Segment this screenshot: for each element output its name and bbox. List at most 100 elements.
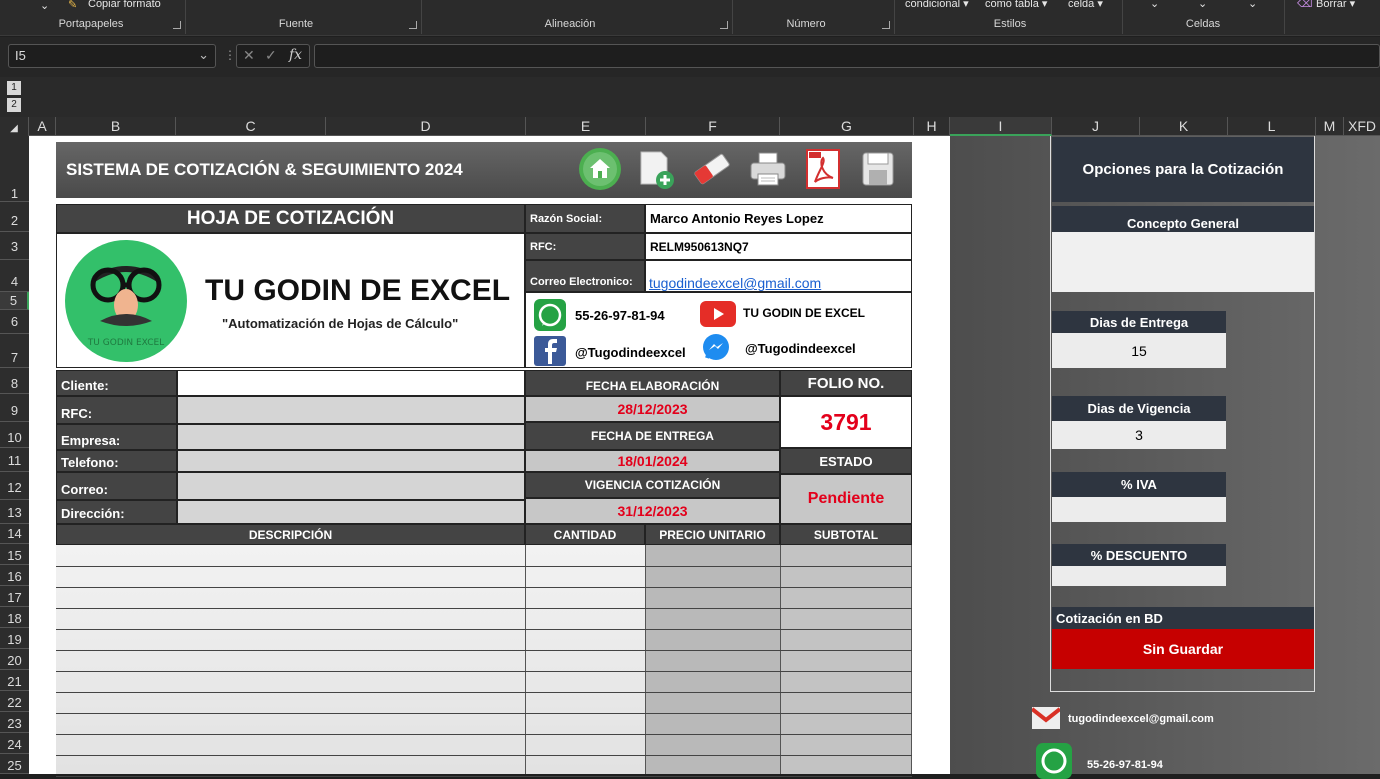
col-header-e[interactable]: E [526,117,646,136]
chevron-down-icon[interactable]: ⌄ [1150,0,1159,10]
row-header[interactable]: 8 [0,368,29,394]
telefono-input[interactable] [177,450,525,472]
row-header[interactable]: 4 [0,260,29,292]
row-header[interactable]: 11 [0,448,29,472]
cliente-input[interactable] [177,370,525,396]
concepto-input[interactable] [1052,232,1314,292]
col-header-g[interactable]: G [780,117,914,136]
row-header[interactable]: 18 [0,607,29,628]
col-header-j[interactable]: J [1052,117,1140,136]
direccion-input[interactable] [177,500,525,524]
empresa-input[interactable] [177,424,525,450]
name-box[interactable]: I5 ⌄ [8,44,216,68]
cancel-icon[interactable]: ✕ [243,47,255,64]
telefono-label: Telefono: [56,450,177,472]
row-header[interactable]: 9 [0,394,29,422]
chevron-down-icon[interactable]: ⌄ [1198,0,1207,10]
row-header[interactable]: 7 [0,334,29,368]
row-header[interactable]: 3 [0,232,29,260]
col-header-f[interactable]: F [646,117,780,136]
format-as-table-button[interactable]: como tabla ▾ [985,0,1047,10]
launcher-icon[interactable] [720,21,728,29]
dias-vigencia-input[interactable]: 3 [1052,421,1226,449]
iva-label: % IVA [1052,472,1226,497]
row-header[interactable]: 1 [0,136,29,202]
col-header-xfd[interactable]: XFD [1344,117,1380,136]
fecha-entrega-value[interactable]: 18/01/2024 [525,450,780,472]
row-header[interactable]: 16 [0,565,29,586]
copy-format-button[interactable]: Copiar formato [88,0,161,10]
row-header[interactable]: 19 [0,628,29,649]
row-header[interactable]: 13 [0,500,29,524]
confirm-icon[interactable]: ✓ [265,47,277,64]
row-header[interactable]: 10 [0,422,29,448]
col-header-k[interactable]: K [1140,117,1228,136]
col-header-m[interactable]: M [1316,117,1344,136]
precio-column[interactable] [645,545,780,774]
group-estilos: Estilos [993,18,1027,30]
insert-function-button[interactable]: fx [289,47,302,63]
row-header[interactable]: 20 [0,649,29,670]
folio-label: FOLIO NO. [780,370,912,396]
chevron-down-icon[interactable]: ⌄ [198,47,209,63]
bd-label: Cotización en BD [1052,607,1314,629]
print-button[interactable] [745,146,791,192]
correo-input[interactable] [177,472,525,500]
col-header-d[interactable]: D [326,117,526,136]
descuento-input[interactable] [1052,566,1226,586]
row-header[interactable]: 12 [0,472,29,500]
row-header[interactable]: 15 [0,544,29,565]
row-header[interactable]: 25 [0,754,29,774]
chevron-down-icon[interactable]: ⌄ [40,0,49,12]
col-header-l[interactable]: L [1228,117,1316,136]
vigencia-value[interactable]: 31/12/2023 [525,498,780,524]
bd-status[interactable]: Sin Guardar [1052,629,1314,669]
row-header[interactable]: 23 [0,712,29,733]
launcher-icon[interactable] [173,21,181,29]
descripcion-column[interactable] [56,545,525,774]
row-header[interactable]: 2 [0,202,29,232]
col-header-i[interactable]: I [950,117,1052,136]
chevron-down-icon[interactable]: ⌄ [1248,0,1257,10]
home-button[interactable] [577,146,623,192]
email-cell[interactable]: tugodindeexcel@gmail.com [645,260,912,292]
rfc-value[interactable]: RELM950613NQ7 [645,233,912,260]
gmail-icon [1032,707,1060,729]
row-header[interactable]: 6 [0,310,29,334]
client-rfc-input[interactable] [177,396,525,424]
col-header-h[interactable]: H [914,117,950,136]
table-row [56,755,912,756]
formula-input[interactable] [314,44,1380,68]
export-pdf-button[interactable] [800,146,846,192]
col-header-b[interactable]: B [56,117,176,136]
outline-level-1[interactable]: 1 [7,81,21,95]
col-header-c[interactable]: C [176,117,326,136]
fecha-elab-value[interactable]: 28/12/2023 [525,396,780,422]
launcher-icon[interactable] [409,21,417,29]
cantidad-column[interactable] [525,545,645,774]
col-header-a[interactable]: A [29,117,56,136]
row-header[interactable]: 22 [0,691,29,712]
dias-entrega-input[interactable]: 15 [1052,333,1226,368]
razon-value[interactable]: Marco Antonio Reyes Lopez [645,204,912,233]
row-header[interactable]: 21 [0,670,29,691]
row-header[interactable]: 5 [0,292,29,310]
email-link[interactable]: tugodindeexcel@gmail.com [649,275,821,291]
row-header[interactable]: 14 [0,524,29,544]
row-header[interactable]: 17 [0,586,29,607]
outline-level-2[interactable]: 2 [7,98,21,112]
table-row [56,587,912,588]
clear-button[interactable]: Borrar ▾ [1316,0,1355,10]
brand-slogan: "Automatización de Hojas de Cálculo" [222,316,459,331]
launcher-icon[interactable] [882,21,890,29]
save-button[interactable] [855,146,901,192]
cell-styles-button[interactable]: celda ▾ [1068,0,1103,10]
clear-form-button[interactable] [689,146,735,192]
row-header[interactable]: 24 [0,733,29,754]
empresa-label: Empresa: [56,424,177,450]
estado-value[interactable]: Pendiente [780,474,912,524]
iva-input[interactable] [1052,497,1226,522]
conditional-format-button[interactable]: condicional ▾ [905,0,969,10]
new-quote-button[interactable] [633,146,679,192]
select-all-button[interactable]: ◢ [0,117,29,136]
